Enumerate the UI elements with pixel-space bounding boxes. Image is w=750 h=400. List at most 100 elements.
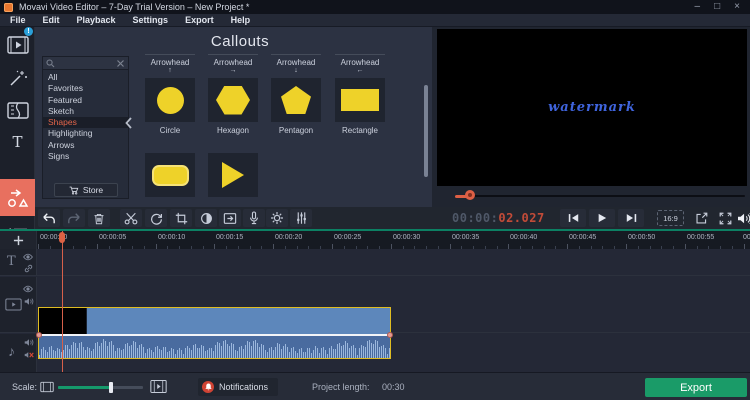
speaker-icon[interactable] bbox=[24, 297, 34, 306]
menu-file[interactable]: File bbox=[10, 15, 26, 25]
notification-badge bbox=[202, 381, 214, 393]
playhead-handle[interactable] bbox=[59, 232, 65, 243]
trash-icon bbox=[94, 213, 104, 224]
timecode-static: 00:00: bbox=[452, 211, 499, 225]
callout-thumb-hexagon[interactable] bbox=[208, 78, 258, 122]
export-button[interactable]: Export bbox=[645, 378, 747, 397]
callout-thumb-rectangle[interactable] bbox=[335, 78, 385, 122]
ruler-label: 00:00:40 bbox=[510, 234, 538, 241]
notifications-button[interactable]: Notifications bbox=[198, 378, 278, 396]
record-audio-button[interactable] bbox=[243, 209, 265, 227]
panel-scrollbar[interactable] bbox=[424, 85, 428, 177]
status-bar: Scale: Notifications Project length: 00:… bbox=[0, 372, 750, 400]
pan-zoom-button[interactable] bbox=[219, 209, 241, 227]
sidebar-item-transitions[interactable] bbox=[0, 97, 35, 124]
play-button[interactable] bbox=[589, 209, 615, 227]
scale-label: Scale: bbox=[12, 382, 38, 392]
envelope-handle-right[interactable] bbox=[387, 331, 393, 338]
sidebar-item-callouts[interactable] bbox=[0, 179, 35, 216]
next-frame-button[interactable] bbox=[618, 209, 644, 227]
store-label: Store bbox=[82, 185, 104, 195]
titles-track[interactable]: T bbox=[0, 249, 750, 276]
mute-icon[interactable] bbox=[24, 350, 34, 360]
category-all[interactable]: All bbox=[43, 72, 128, 83]
clear-search-icon[interactable] bbox=[116, 59, 125, 68]
video-preview[interactable]: watermark bbox=[437, 29, 747, 186]
movavi-video-editor-window: Movavi Video Editor – 7-Day Trial Versio… bbox=[0, 0, 750, 400]
menu-export[interactable]: Export bbox=[185, 15, 214, 25]
zoom-out-timeline-icon[interactable] bbox=[40, 381, 54, 393]
callout-thumb-pentagon[interactable] bbox=[271, 78, 321, 122]
delete-button[interactable] bbox=[88, 209, 110, 227]
titles-track-header: T bbox=[0, 249, 37, 275]
collapse-panel-arrow[interactable] bbox=[125, 113, 135, 133]
color-adjustments-button[interactable] bbox=[195, 209, 217, 227]
add-track-button[interactable] bbox=[0, 231, 37, 249]
volume-button[interactable] bbox=[733, 209, 750, 227]
category-arrows[interactable]: Arrows bbox=[43, 140, 128, 151]
detach-window-icon bbox=[695, 212, 707, 224]
category-favorites[interactable]: Favorites bbox=[43, 83, 128, 94]
redo-button[interactable] bbox=[63, 209, 85, 227]
transitions-icon bbox=[6, 102, 29, 119]
previous-frame-button[interactable] bbox=[560, 209, 586, 227]
ruler-label: 00:00:20 bbox=[275, 234, 303, 241]
aspect-ratio-button[interactable]: 16:9 bbox=[657, 210, 684, 226]
crop-button[interactable] bbox=[170, 209, 192, 227]
ruler-label: 00:00:25 bbox=[334, 234, 362, 241]
callout-thumb-circle[interactable] bbox=[145, 78, 195, 122]
seek-handle[interactable] bbox=[465, 190, 475, 200]
ruler-label: 00 bbox=[743, 234, 750, 241]
watermark-text: watermark bbox=[548, 100, 636, 115]
menu-settings[interactable]: Settings bbox=[133, 15, 169, 25]
category-panel: All Favorites Featured Sketch Shapes Hig… bbox=[42, 56, 129, 199]
audio-properties-button[interactable] bbox=[290, 209, 312, 227]
audio-track[interactable]: ♪ bbox=[0, 334, 750, 372]
callout-header: Arrowhead bbox=[208, 54, 258, 67]
callout-thumb-rounded-rectangle[interactable] bbox=[145, 153, 195, 197]
speaker-icon[interactable] bbox=[24, 338, 34, 347]
maximize-button[interactable]: □ bbox=[714, 0, 720, 14]
callout-thumb-triangle[interactable] bbox=[208, 153, 258, 197]
menu-edit[interactable]: Edit bbox=[43, 15, 60, 25]
close-button[interactable]: × bbox=[734, 0, 740, 14]
microphone-icon bbox=[250, 211, 258, 225]
contrast-icon bbox=[200, 212, 212, 224]
category-signs[interactable]: Signs bbox=[43, 151, 128, 162]
category-highlighting[interactable]: Highlighting bbox=[43, 128, 128, 139]
menu-help[interactable]: Help bbox=[231, 15, 251, 25]
sidebar-item-media-import[interactable]: ! bbox=[0, 27, 35, 58]
media-notification-badge: ! bbox=[24, 27, 33, 36]
clip-video-section bbox=[39, 308, 390, 334]
ruler-label: 00:00:50 bbox=[628, 234, 656, 241]
scale-slider-handle[interactable] bbox=[109, 382, 113, 393]
timeline-ruler[interactable]: 00:00:00 00:00:05 00:00:10 00:00:15 00:0… bbox=[0, 231, 750, 249]
video-track[interactable] bbox=[0, 277, 750, 359]
volume-envelope-line[interactable] bbox=[39, 334, 390, 336]
callouts-search-input[interactable] bbox=[55, 58, 116, 68]
link-icon[interactable] bbox=[24, 264, 33, 273]
plus-icon bbox=[13, 235, 23, 245]
seek-bar[interactable] bbox=[455, 195, 745, 197]
menu-playback[interactable]: Playback bbox=[77, 15, 116, 25]
category-featured[interactable]: Featured bbox=[43, 95, 128, 106]
magic-wand-icon bbox=[9, 70, 27, 86]
clip-thumbnail bbox=[39, 308, 87, 334]
envelope-handle-left[interactable] bbox=[36, 331, 42, 338]
undo-button[interactable] bbox=[38, 209, 60, 227]
category-shapes[interactable]: Shapes bbox=[43, 117, 128, 129]
zoom-in-timeline-icon[interactable] bbox=[150, 379, 167, 394]
clip-properties-button[interactable] bbox=[266, 209, 288, 227]
eye-icon[interactable] bbox=[23, 285, 33, 293]
callout-card-circle: Arrowhead ↑ Circle bbox=[145, 54, 195, 135]
sidebar-item-filters[interactable] bbox=[0, 64, 35, 91]
rotate-button[interactable] bbox=[145, 209, 167, 227]
store-button[interactable]: Store bbox=[54, 183, 118, 197]
ruler-label: 00:00:35 bbox=[452, 234, 480, 241]
sidebar-item-titles[interactable]: T bbox=[0, 128, 35, 155]
category-sketch[interactable]: Sketch bbox=[43, 106, 128, 117]
eye-icon[interactable] bbox=[23, 253, 33, 261]
detach-player-button[interactable] bbox=[690, 209, 712, 227]
minimize-button[interactable]: – bbox=[695, 0, 701, 14]
split-button[interactable] bbox=[120, 209, 142, 227]
